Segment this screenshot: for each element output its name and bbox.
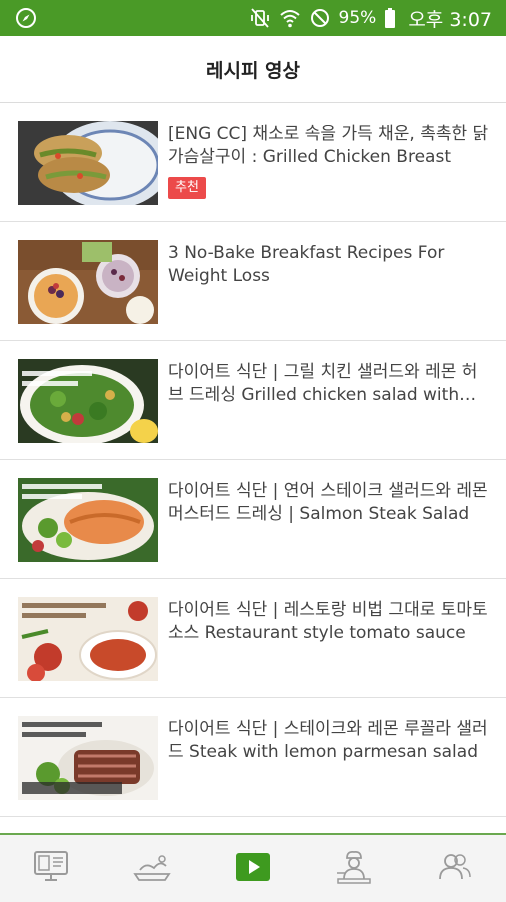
battery-icon bbox=[384, 7, 396, 29]
nav-scale[interactable] bbox=[101, 835, 202, 902]
nav-video[interactable] bbox=[202, 835, 303, 902]
people-icon bbox=[437, 851, 473, 887]
video-item[interactable]: 다이어트 식단 | 레스토랑 비법 그대로 토마토 소스 Restaurant … bbox=[0, 579, 506, 698]
video-title: 다이어트 식단 | 연어 스테이크 샐러드와 레몬 머스터드 드레싱 | Sal… bbox=[168, 481, 488, 524]
clock: 오후 3:07 bbox=[408, 8, 492, 31]
video-item[interactable]: [ENG CC] 채소로 속을 가득 채운, 촉촉한 닭가슴살구이 : Gril… bbox=[0, 103, 506, 222]
nav-monitor[interactable] bbox=[0, 835, 101, 902]
video-list[interactable]: [ENG CC] 채소로 속을 가득 채운, 촉촉한 닭가슴살구이 : Gril… bbox=[0, 103, 506, 817]
video-thumbnail[interactable] bbox=[18, 478, 158, 562]
video-title: [ENG CC] 채소로 속을 가득 채운, 촉촉한 닭가슴살구이 : Gril… bbox=[168, 124, 489, 167]
video-item[interactable]: 3 No-Bake Breakfast Recipes For Weight L… bbox=[0, 222, 506, 341]
video-thumbnail[interactable] bbox=[18, 359, 158, 443]
wifi-icon bbox=[279, 7, 301, 29]
compass-icon bbox=[14, 6, 38, 30]
nav-people[interactable] bbox=[405, 835, 506, 902]
chef-icon bbox=[334, 849, 374, 889]
video-title: 다이어트 식단 | 그릴 치킨 샐러드와 레몬 허브 드레싱 Grilled c… bbox=[168, 362, 478, 405]
do-not-disturb-icon bbox=[309, 7, 331, 29]
video-item[interactable]: 다이어트 식단 | 그릴 치킨 샐러드와 레몬 허브 드레싱 Grilled c… bbox=[0, 341, 506, 460]
video-item[interactable]: 다이어트 식단 | 연어 스테이크 샐러드와 레몬 머스터드 드레싱 | Sal… bbox=[0, 460, 506, 579]
battery-percent: 95% bbox=[338, 8, 377, 28]
monitor-icon bbox=[33, 850, 69, 888]
video-title: 다이어트 식단 | 레스토랑 비법 그대로 토마토 소스 Restaurant … bbox=[168, 600, 488, 643]
bottom-nav bbox=[0, 833, 506, 902]
video-title: 3 No-Bake Breakfast Recipes For Weight L… bbox=[168, 243, 445, 286]
app-header: 레시피 영상 bbox=[0, 36, 506, 103]
vibrate-mute-icon bbox=[249, 7, 271, 29]
video-play-icon bbox=[235, 852, 271, 886]
video-item[interactable]: 다이어트 식단 | 스테이크와 레몬 루꼴라 샐러드 Steak with le… bbox=[0, 698, 506, 817]
video-thumbnail[interactable] bbox=[18, 716, 158, 800]
video-title: 다이어트 식단 | 스테이크와 레몬 루꼴라 샐러드 Steak with le… bbox=[168, 719, 488, 762]
video-thumbnail[interactable] bbox=[18, 121, 158, 205]
video-thumbnail[interactable] bbox=[18, 240, 158, 324]
scale-icon bbox=[132, 852, 172, 886]
status-bar: 95% 오후 3:07 bbox=[0, 0, 506, 36]
video-thumbnail[interactable] bbox=[18, 597, 158, 681]
page-title: 레시피 영상 bbox=[205, 59, 300, 82]
nav-chef[interactable] bbox=[304, 835, 405, 902]
recommended-badge: 추천 bbox=[168, 177, 206, 199]
